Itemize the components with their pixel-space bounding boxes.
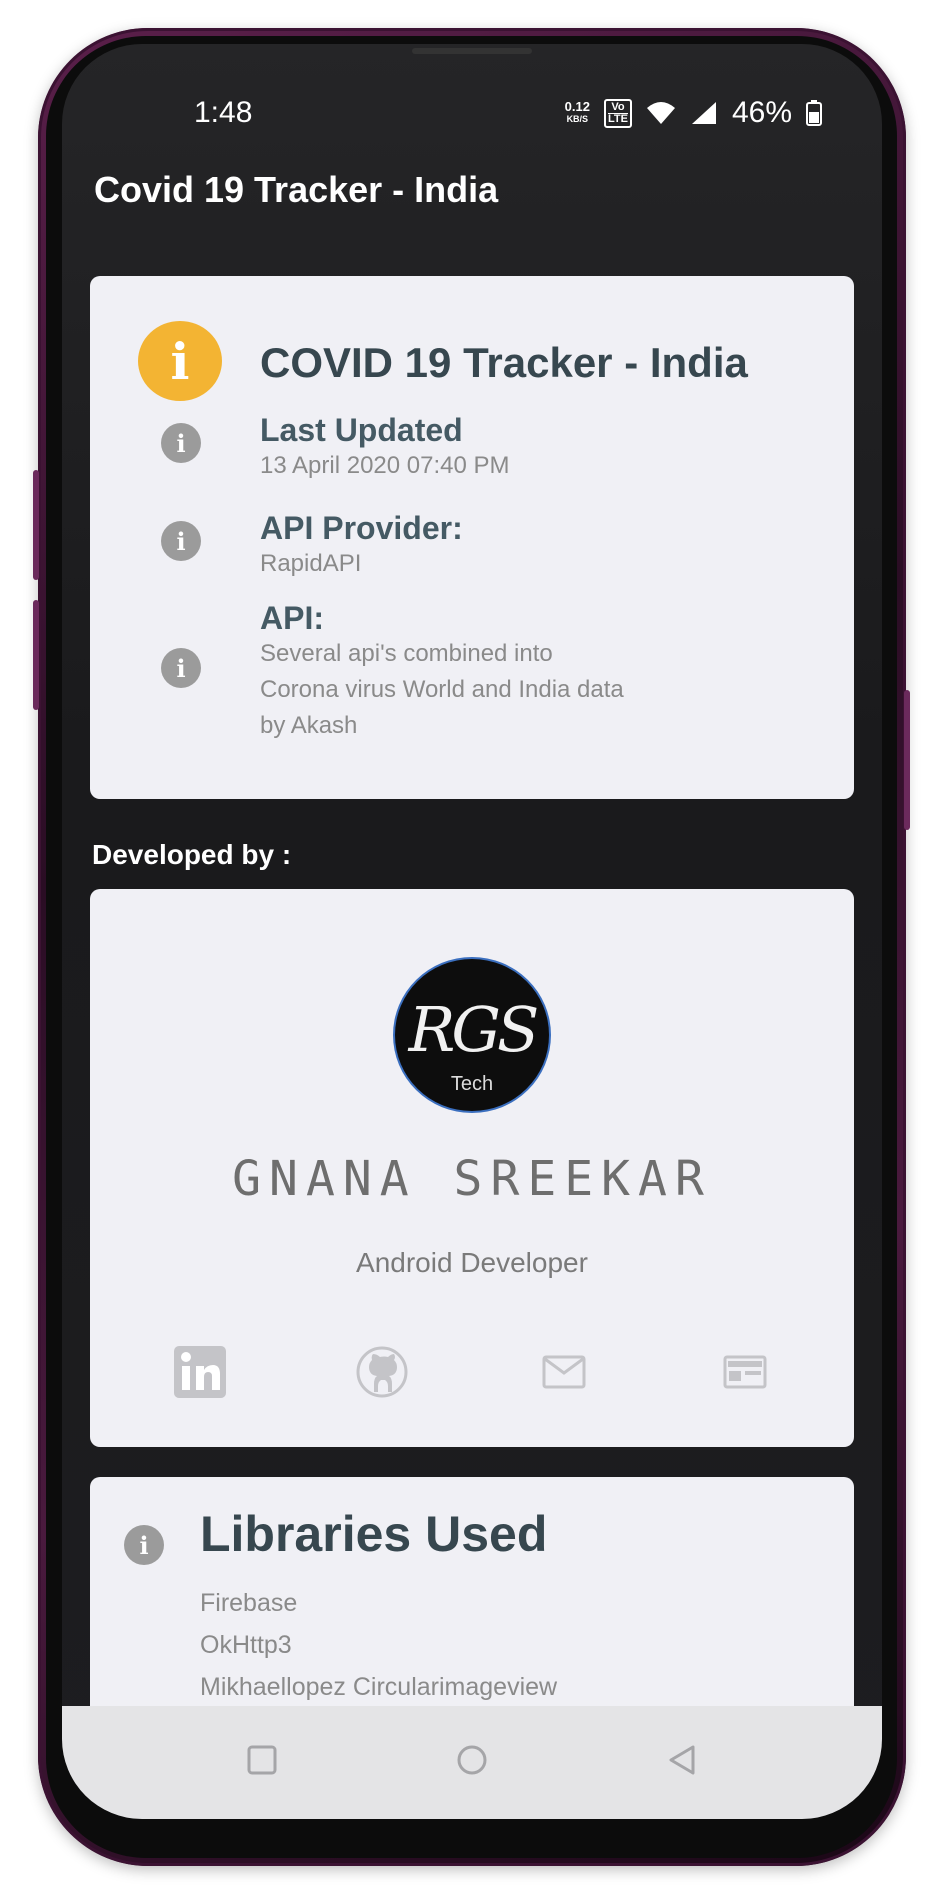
app-bar-title: Covid 19 Tracker - India [94,169,499,210]
developer-card: RGS Tech GNANA SREEKAR Android Developer [90,889,854,1447]
info-icon: i [161,648,201,688]
logo-subtext: Tech [450,1073,494,1095]
linkedin-icon[interactable] [172,1344,228,1400]
libraries-title: Libraries Used [200,1506,548,1562]
network-speed-value: 0.12 [564,99,590,114]
mail-icon[interactable] [536,1344,592,1400]
volte-bottom: LTE [607,112,628,125]
circle-icon [457,1745,487,1775]
api-provider-label: API Provider: [260,510,463,546]
logo-text: RGS [408,993,540,1066]
developed-by-label: Developed by : [92,839,292,870]
network-speed-unit: KB/S [566,114,589,124]
status-bar: 1:48 0.12 KB/S Vo LTE 46% [62,88,882,138]
volume-button [33,600,39,710]
status-icons: 0.12 KB/S Vo LTE 46% [565,88,822,138]
network-speed: 0.12 KB/S [565,100,590,126]
info-icon: i [161,423,201,463]
last-updated-value: 13 April 2020 07:40 PM [260,452,510,479]
screen: 1:48 0.12 KB/S Vo LTE 46% Covid 19 Track… [62,44,882,1819]
info-icon: i [138,321,222,401]
triangle-back-icon [669,1745,695,1775]
library-item: Mikhaellopez Circularimageview [200,1673,558,1701]
info-card-title: COVID 19 Tracker - India [260,339,748,386]
volte-icon: Vo LTE [603,98,632,128]
info-icon: i [124,1525,164,1565]
web-icon[interactable] [717,1344,773,1400]
home-button[interactable] [452,1740,492,1780]
github-icon[interactable] [354,1344,410,1400]
back-button[interactable] [662,1740,702,1780]
developer-name: GNANA SREEKAR [232,1151,712,1207]
api-description-line: by Akash [260,712,358,739]
wifi-icon [646,102,675,124]
library-item: OkHttp3 [200,1631,292,1659]
api-description-line: Several api's combined into [260,640,553,667]
status-time: 1:48 [194,96,253,129]
volume-button [33,470,39,580]
signal-icon [691,102,716,124]
api-description-line: Corona virus World and India data [260,676,624,703]
api-provider-value: RapidAPI [260,550,362,577]
api-label: API: [260,600,324,636]
battery-percent: 46% [731,96,792,129]
volte-top: Vo [611,100,625,113]
last-updated-label: Last Updated [260,412,463,448]
power-button [904,690,910,830]
developer-logo: RGS Tech [393,957,551,1113]
library-item: Firebase [200,1589,298,1617]
earpiece-speaker [412,48,532,54]
navigation-bar [62,1706,882,1819]
square-icon [247,1745,277,1775]
recents-button[interactable] [242,1740,282,1780]
info-card: i COVID 19 Tracker - India i Last Update… [90,276,854,799]
battery-icon [806,100,822,126]
developer-role: Android Developer [356,1247,588,1278]
info-icon: i [161,521,201,561]
